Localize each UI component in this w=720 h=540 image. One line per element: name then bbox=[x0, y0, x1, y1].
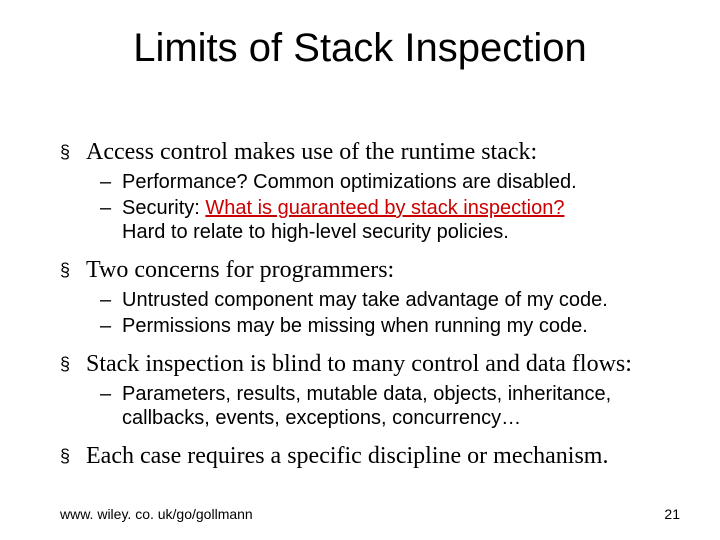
bullet-level1: § Access control makes use of the runtim… bbox=[60, 138, 680, 166]
bullet-level2: – Performance? Common optimizations are … bbox=[100, 170, 680, 194]
bullet-level2: – Permissions may be missing when runnin… bbox=[100, 314, 680, 338]
bullet-level1: § Two concerns for programmers: bbox=[60, 256, 680, 284]
square-bullet-icon: § bbox=[60, 442, 86, 470]
bullet-text: Permissions may be missing when running … bbox=[122, 314, 588, 338]
slide-content: § Access control makes use of the runtim… bbox=[60, 138, 680, 474]
dash-bullet-icon: – bbox=[100, 314, 122, 338]
bullet-text: Untrusted component may take advantage o… bbox=[122, 288, 608, 312]
bullet-text: Each case requires a specific discipline… bbox=[86, 442, 608, 470]
bullet-text: Stack inspection is blind to many contro… bbox=[86, 350, 632, 378]
bullet-text: Parameters, results, mutable data, objec… bbox=[122, 382, 680, 430]
dash-bullet-icon: – bbox=[100, 288, 122, 312]
bullet-level2: – Untrusted component may take advantage… bbox=[100, 288, 680, 312]
square-bullet-icon: § bbox=[60, 256, 86, 284]
bullet-level1: § Each case requires a specific discipli… bbox=[60, 442, 680, 470]
emphasized-text: What is guaranteed by stack inspection? bbox=[205, 197, 564, 219]
bullet-level2: – Parameters, results, mutable data, obj… bbox=[100, 382, 680, 430]
bullet-text-pre: Security: bbox=[122, 197, 205, 219]
slide-title: Limits of Stack Inspection bbox=[0, 26, 720, 71]
bullet-text: Security: What is guaranteed by stack in… bbox=[122, 196, 564, 244]
page-number: 21 bbox=[664, 506, 680, 522]
bullet-text-line2: Hard to relate to high-level security po… bbox=[122, 221, 509, 243]
slide-footer: www. wiley. co. uk/go/gollmann 21 bbox=[60, 506, 680, 522]
footer-url: www. wiley. co. uk/go/gollmann bbox=[60, 506, 253, 522]
bullet-level2: – Security: What is guaranteed by stack … bbox=[100, 196, 680, 244]
dash-bullet-icon: – bbox=[100, 170, 122, 194]
bullet-text: Performance? Common optimizations are di… bbox=[122, 170, 577, 194]
slide: Limits of Stack Inspection § Access cont… bbox=[0, 0, 720, 540]
bullet-level1: § Stack inspection is blind to many cont… bbox=[60, 350, 680, 378]
square-bullet-icon: § bbox=[60, 350, 86, 378]
dash-bullet-icon: – bbox=[100, 382, 122, 406]
square-bullet-icon: § bbox=[60, 138, 86, 166]
bullet-text: Access control makes use of the runtime … bbox=[86, 138, 537, 166]
bullet-text: Two concerns for programmers: bbox=[86, 256, 394, 284]
dash-bullet-icon: – bbox=[100, 196, 122, 220]
